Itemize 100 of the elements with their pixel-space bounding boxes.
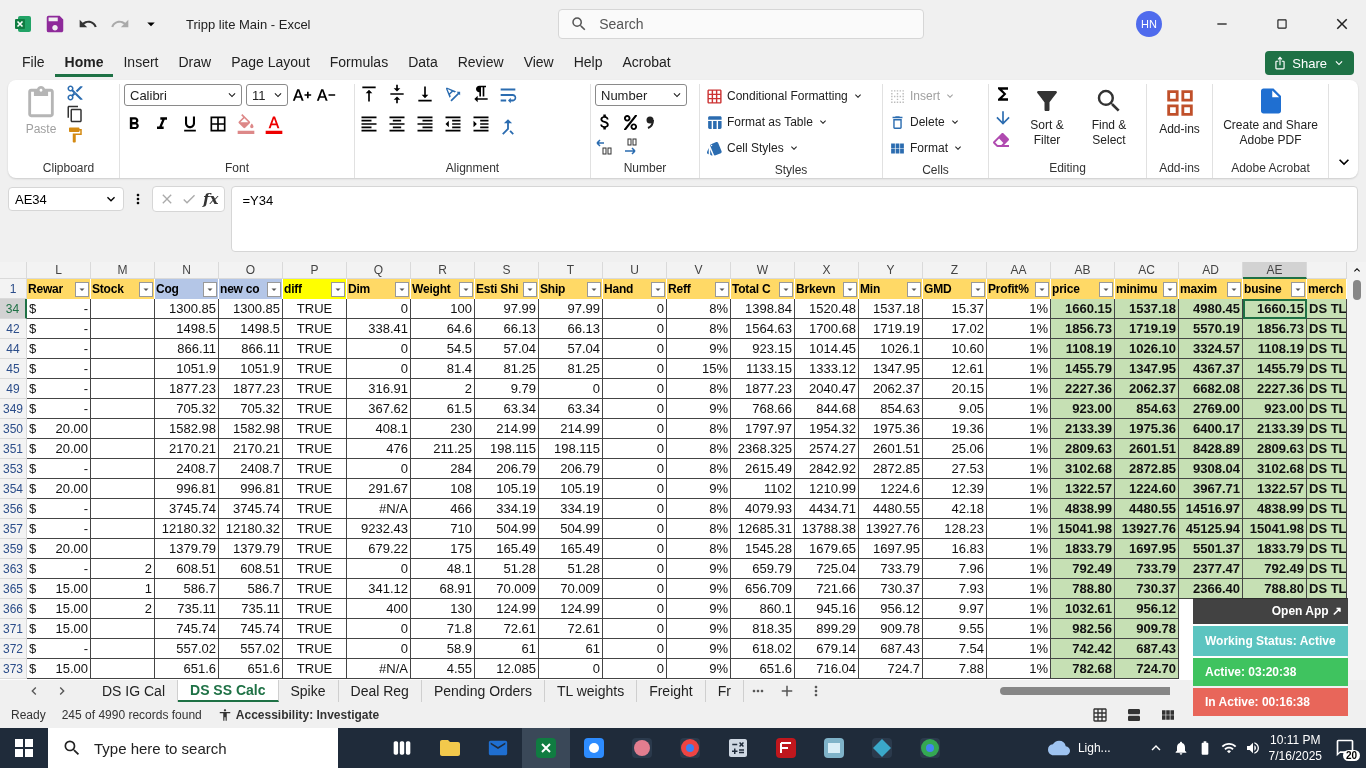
column-header[interactable]: T — [539, 262, 603, 279]
add-ins-button[interactable]: Add-ins — [1157, 84, 1202, 139]
row-header[interactable]: 359 — [0, 539, 27, 559]
row-header[interactable]: 49 — [0, 379, 27, 399]
column-header[interactable]: Z — [923, 262, 987, 279]
table-cell: 3102.68 — [1243, 459, 1307, 479]
column-header[interactable]: N — [155, 262, 219, 279]
name-box[interactable]: AE34 — [8, 187, 124, 211]
menu-tab[interactable]: Home — [54, 49, 114, 77]
column-header[interactable]: W — [731, 262, 795, 279]
row-header[interactable]: 354 — [0, 479, 27, 499]
table-cell: 1051.9 — [155, 359, 219, 379]
column-header[interactable]: Y — [859, 262, 923, 279]
sheet-tab[interactable]: Fr — [705, 680, 744, 702]
row-header[interactable]: 45 — [0, 359, 27, 379]
column-header[interactable]: AE — [1243, 262, 1307, 279]
styles-menu-button[interactable]: Conditional Formatting — [704, 84, 866, 108]
row-header[interactable]: 363 — [0, 559, 27, 579]
search-field[interactable]: Search — [558, 9, 925, 39]
table-cell: 1347.95 — [859, 359, 923, 379]
cells-menu-button[interactable]: Format — [887, 136, 966, 160]
sheet-tab[interactable]: Pending Orders — [421, 680, 545, 702]
row-header[interactable]: 34 — [0, 299, 27, 319]
table-cell: 705.32 — [155, 399, 219, 419]
table-cell: 687.43 — [859, 639, 923, 659]
table-cell: 788.80 — [1243, 579, 1307, 599]
table-cell: 866.11 — [155, 339, 219, 359]
column-header[interactable]: O — [219, 262, 283, 279]
table-cell: 1% — [987, 559, 1051, 579]
column-header[interactable]: L — [27, 262, 91, 279]
column-header[interactable]: V — [667, 262, 731, 279]
formula-field[interactable]: =Y34 — [231, 186, 1358, 252]
table-cell: 5501.37 — [1179, 539, 1243, 559]
menu-tab[interactable]: Draw — [168, 49, 222, 77]
weather-text[interactable]: Ligh... — [1077, 741, 1111, 755]
column-header[interactable]: Q — [347, 262, 411, 279]
group-label: Font — [224, 160, 250, 177]
row-header[interactable]: 371 — [0, 619, 27, 639]
row-header[interactable]: 365 — [0, 579, 27, 599]
row-header[interactable]: 1 — [0, 279, 27, 299]
table-cell: 0 — [603, 399, 667, 419]
font-select[interactable]: Calibri — [124, 84, 242, 106]
menu-tab[interactable]: Help — [563, 49, 613, 77]
column-header[interactable]: U — [603, 262, 667, 279]
menu-tab[interactable]: Data — [398, 49, 448, 77]
cells-menu-button[interactable]: Delete — [887, 110, 966, 134]
menu-tab[interactable]: File — [12, 49, 55, 77]
menu-tab[interactable]: Formulas — [319, 49, 399, 77]
column-header[interactable]: M — [91, 262, 155, 279]
row-header[interactable]: 353 — [0, 459, 27, 479]
clock[interactable]: 10:11 PM 7/16/2025 — [1268, 732, 1322, 764]
row-header[interactable]: 44 — [0, 339, 27, 359]
column-header[interactable]: X — [795, 262, 859, 279]
column-header[interactable]: AA — [987, 262, 1051, 279]
editing-button[interactable]: Find & Select — [1081, 84, 1137, 150]
editing-button[interactable]: Sort & Filter — [1019, 84, 1075, 150]
menu-tab[interactable]: Acrobat — [612, 49, 681, 77]
styles-menu-button[interactable]: Format as Table — [704, 110, 866, 134]
menu-tab[interactable]: Review — [447, 49, 514, 77]
styles-menu-button[interactable]: Cell Styles — [704, 136, 866, 160]
table-cell: 586.7 — [219, 579, 283, 599]
row-header[interactable]: 373 — [0, 659, 27, 679]
row-header[interactable]: 42 — [0, 319, 27, 339]
table-cell: 14516.97 — [1179, 499, 1243, 519]
row-header[interactable]: 351 — [0, 439, 27, 459]
row-header[interactable]: 356 — [0, 499, 27, 519]
column-header[interactable]: P — [283, 262, 347, 279]
table-cell: 1679.65 — [795, 539, 859, 559]
create-pdf-button[interactable]: Create and Share Adobe PDF — [1217, 84, 1324, 150]
table-cell: 61 — [539, 639, 603, 659]
accessibility-status[interactable]: Accessibility: Investigate — [235, 708, 380, 722]
taskbar-search-field[interactable]: Type here to search — [48, 728, 338, 768]
font-size-select[interactable]: 11 — [246, 84, 288, 106]
sheet-tab[interactable]: Spike — [278, 680, 339, 702]
table-cell: 61.5 — [411, 399, 475, 419]
sheet-tab[interactable]: TL weights — [544, 680, 638, 702]
insert-function-button[interactable]: fx — [203, 190, 219, 208]
row-header[interactable]: 372 — [0, 639, 27, 659]
table-cell: 0 — [603, 619, 667, 639]
sheet-tab[interactable]: DS SS Calc — [178, 680, 279, 702]
user-avatar[interactable]: HN — [1136, 11, 1162, 37]
row-header[interactable]: 349 — [0, 399, 27, 419]
number-format-select[interactable]: Number — [595, 84, 687, 106]
column-header[interactable]: AD — [1179, 262, 1243, 279]
row-header[interactable]: 366 — [0, 599, 27, 619]
menu-tab[interactable]: View — [513, 49, 564, 77]
sheet-tab[interactable]: Freight — [637, 680, 706, 702]
column-header[interactable]: AC — [1115, 262, 1179, 279]
column-header[interactable]: S — [475, 262, 539, 279]
open-app-link[interactable]: Open App ↗ — [1193, 598, 1348, 624]
row-header[interactable]: 357 — [0, 519, 27, 539]
menu-tab[interactable]: Insert — [113, 49, 169, 77]
table-cell: 705.32 — [219, 399, 283, 419]
share-button[interactable]: Share — [1265, 51, 1354, 75]
column-header[interactable]: R — [411, 262, 475, 279]
menu-tab[interactable]: Page Layout — [221, 49, 320, 77]
column-header[interactable]: AB — [1051, 262, 1115, 279]
row-header[interactable]: 350 — [0, 419, 27, 439]
sheet-tab[interactable]: Deal Reg — [338, 680, 422, 702]
table-cell: 0 — [603, 599, 667, 619]
